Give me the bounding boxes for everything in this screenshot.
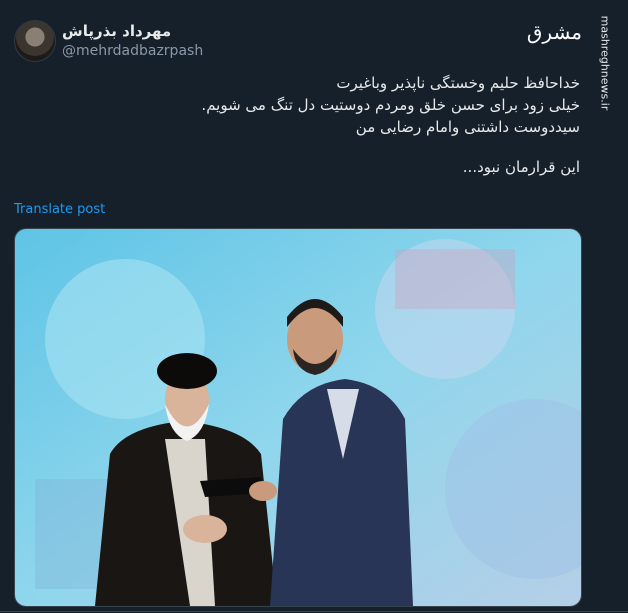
author-handle[interactable]: @mehrdadbazrpash [62,43,203,59]
site-watermark: mashreghnews.ir [588,8,622,118]
photo-illustration [15,229,581,606]
tweet-line: خیلی زود برای حسن خلق ومردم دوستیت دل تن… [201,96,580,114]
translate-post-link[interactable]: Translate post [14,202,105,217]
bottom-divider [0,611,628,612]
tweet-line: این قرارمان نبود... [462,158,580,176]
tweet-line: سیددوست داشتنی وامام رضایی من [355,118,580,136]
mashregh-logo: مشرق [526,20,582,44]
tweet-line: خداحافظ حلیم وخستگی ناپذیر وباغیرت [336,74,580,92]
tweet-text: خداحافظ حلیم وخستگی ناپذیر وباغیرت خیلی … [20,72,580,178]
site-url-text: mashreghnews.ir [598,15,612,111]
author-avatar[interactable] [14,20,56,62]
tweet-photo[interactable] [14,228,582,607]
author-name[interactable]: مهرداد بذرپاش [62,22,171,40]
